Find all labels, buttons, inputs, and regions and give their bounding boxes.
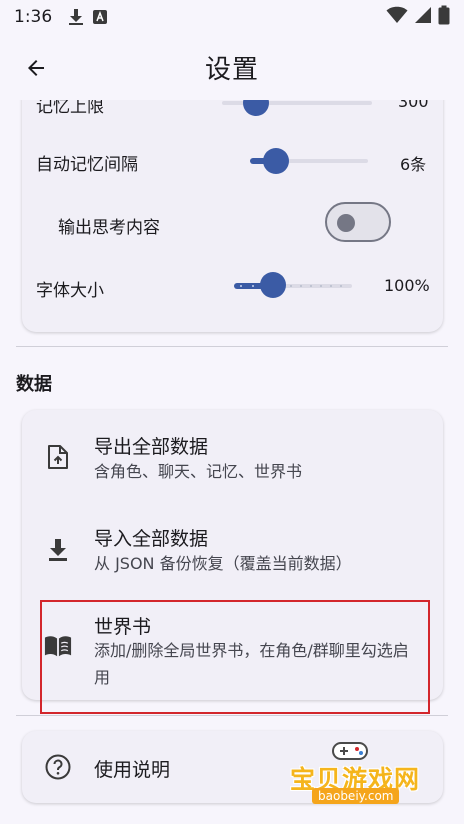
app-notification-icon xyxy=(92,9,108,25)
battery-icon xyxy=(438,5,450,30)
memory-settings-card: 记忆上限 300 自动记忆间隔 6条 输出思考内容 字体大小 100% xyxy=(22,100,443,332)
font-size-tick xyxy=(290,285,292,287)
settings-content[interactable]: 记忆上限 300 自动记忆间隔 6条 输出思考内容 字体大小 100% 数据 导… xyxy=(0,100,464,824)
section-divider xyxy=(16,715,448,716)
memory-limit-label: 记忆上限 xyxy=(36,100,104,117)
section-divider xyxy=(16,346,448,347)
watermark-url: baobeiy.com xyxy=(312,788,400,804)
export-all-data-item[interactable]: 导出全部数据 含角色、聊天、记忆、世界书 xyxy=(22,410,443,506)
status-indicators xyxy=(386,5,450,30)
output-thinking-toggle[interactable] xyxy=(325,202,391,242)
cellular-signal-icon xyxy=(414,6,432,29)
export-all-data-title: 导出全部数据 xyxy=(94,436,209,458)
font-size-label: 字体大小 xyxy=(36,281,104,301)
auto-memory-interval-slider-thumb[interactable] xyxy=(263,148,289,174)
font-size-tick xyxy=(330,285,332,287)
import-all-data-item[interactable]: 导入全部数据 从 JSON 备份恢复（覆盖当前数据） xyxy=(22,506,443,598)
auto-memory-interval-label: 自动记忆间隔 xyxy=(36,155,138,175)
font-size-slider-thumb[interactable] xyxy=(260,272,286,298)
output-thinking-label: 输出思考内容 xyxy=(58,218,160,238)
data-section-title: 数据 xyxy=(16,374,52,395)
memory-limit-value: 300 xyxy=(398,100,429,111)
help-title: 使用说明 xyxy=(94,759,171,781)
help-circle-icon xyxy=(44,753,72,781)
font-size-tick xyxy=(300,285,302,287)
import-all-data-title: 导入全部数据 xyxy=(94,528,209,550)
app-bar: 设置 xyxy=(0,34,464,100)
auto-memory-interval-value: 6条 xyxy=(400,155,427,174)
import-all-data-subtitle: 从 JSON 备份恢复（覆盖当前数据） xyxy=(94,554,352,573)
status-bar: 1:36 xyxy=(0,0,464,34)
export-all-data-subtitle: 含角色、聊天、记忆、世界书 xyxy=(94,462,303,481)
status-time: 1:36 xyxy=(14,7,53,27)
arrow-back-icon xyxy=(28,60,44,76)
download-icon xyxy=(44,536,72,564)
download-notification-icon xyxy=(68,8,84,26)
font-size-tick xyxy=(310,285,312,287)
font-size-tick xyxy=(240,285,242,287)
toggle-knob xyxy=(337,214,355,232)
wifi-icon xyxy=(386,6,408,29)
font-size-tick xyxy=(320,285,322,287)
font-size-tick xyxy=(252,285,254,287)
font-size-value: 100% xyxy=(384,276,430,295)
watermark: 宝贝游戏网 baobeiy.com xyxy=(286,738,436,808)
font-size-tick xyxy=(340,285,342,287)
memory-limit-slider-thumb[interactable] xyxy=(243,100,269,116)
back-button[interactable] xyxy=(20,52,52,84)
page-title: 设置 xyxy=(204,54,259,85)
file-upload-icon xyxy=(44,443,72,471)
highlight-annotation-box xyxy=(40,600,430,714)
